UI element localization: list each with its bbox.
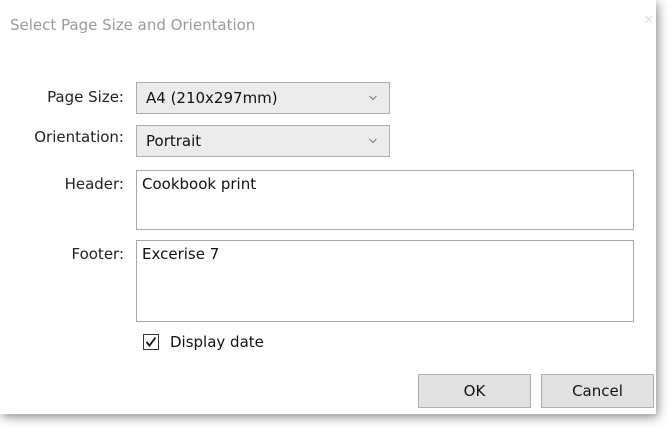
page-size-dropdown[interactable]: A4 (210x297mm)	[136, 82, 390, 114]
footer-input-value: Excerise 7	[142, 245, 220, 263]
page-size-value: A4 (210x297mm)	[146, 89, 278, 107]
checkmark-icon	[145, 336, 157, 347]
close-button[interactable]: ✕	[642, 10, 656, 32]
header-input[interactable]: Cookbook print	[136, 170, 634, 230]
close-icon: ✕	[643, 13, 655, 28]
display-date-label: Display date	[170, 333, 264, 351]
chevron-down-icon	[369, 138, 377, 144]
orientation-value: Portrait	[146, 132, 202, 150]
header-label: Header:	[64, 175, 124, 193]
ok-button[interactable]: OK	[418, 374, 531, 408]
orientation-label: Orientation:	[34, 128, 124, 146]
footer-input[interactable]: Excerise 7	[136, 240, 634, 322]
page-size-label: Page Size:	[47, 88, 124, 106]
cancel-button[interactable]: Cancel	[541, 374, 654, 408]
checkbox-box[interactable]	[143, 334, 159, 350]
header-input-value: Cookbook print	[142, 175, 257, 193]
title-bar: Select Page Size and Orientation ✕	[0, 0, 656, 48]
dialog-title: Select Page Size and Orientation	[10, 16, 256, 34]
footer-label: Footer:	[71, 245, 124, 263]
page-setup-dialog: Select Page Size and Orientation ✕ Page …	[0, 0, 656, 414]
chevron-down-icon	[369, 95, 377, 101]
orientation-dropdown[interactable]: Portrait	[136, 125, 390, 157]
